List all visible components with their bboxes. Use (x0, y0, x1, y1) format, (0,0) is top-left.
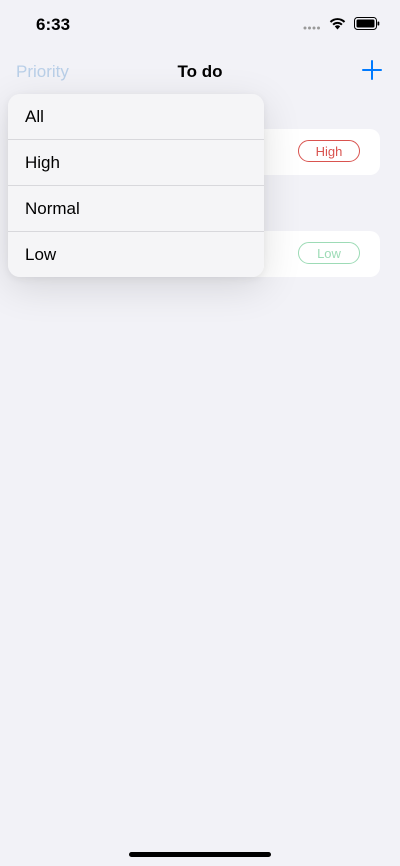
add-task-button[interactable] (360, 58, 384, 82)
page-title: To do (177, 62, 223, 81)
priority-badge-high: High (298, 140, 360, 162)
menu-item-low[interactable]: Low (8, 232, 264, 277)
cellular-signal-icon (303, 17, 321, 35)
home-indicator[interactable] (129, 852, 271, 857)
status-icons (303, 17, 380, 35)
status-bar: 6:33 (0, 0, 400, 50)
menu-item-all[interactable]: All (8, 94, 264, 140)
wifi-icon (329, 17, 346, 35)
menu-item-high[interactable]: High (8, 140, 264, 186)
battery-icon (354, 17, 380, 35)
status-time: 6:33 (36, 15, 71, 34)
plus-icon (360, 60, 384, 86)
priority-badge-low: Low (298, 242, 360, 264)
menu-item-normal[interactable]: Normal (8, 186, 264, 232)
navigation-bar: Priority To do (0, 50, 400, 94)
priority-menu: All High Normal Low (8, 94, 264, 277)
